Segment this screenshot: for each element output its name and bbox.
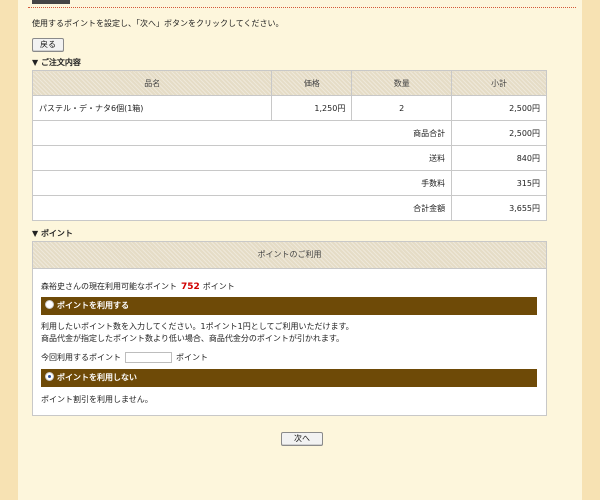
available-points: 森裕史さんの現在利用可能なポイント 752 ポイント [41, 281, 235, 292]
use-points-option[interactable]: ポイントを利用する [41, 297, 537, 315]
summary-value: 315円 [451, 170, 547, 196]
back-button[interactable]: 戻る [32, 38, 64, 52]
table-header-row: 品名 価格 数量 小計 [31, 70, 547, 96]
no-points-option[interactable]: ポイントを利用しない [41, 369, 537, 387]
summary-label: 合計金額 [31, 195, 453, 221]
col-header-qty: 数量 [351, 70, 453, 96]
col-header-price: 価格 [271, 70, 353, 96]
instruction-text: 使用するポイントを設定し、「次へ」ボタンをクリックしてください。 [32, 19, 284, 28]
summary-row: 商品合計 2,500円 [31, 120, 547, 146]
summary-row: 合計金額 3,655円 [31, 195, 547, 221]
header-stub [32, 0, 70, 4]
summary-row: 送料 840円 [31, 145, 547, 171]
summary-label: 商品合計 [31, 120, 453, 146]
summary-label: 手数料 [31, 170, 453, 196]
summary-value: 2,500円 [451, 120, 547, 146]
order-table: 品名 価格 数量 小計 パステル・デ・ナタ6個(1箱) 1,250円 2 2,5… [31, 70, 547, 221]
no-points-message: ポイント割引を利用しません。 [41, 395, 153, 404]
points-entry-unit: ポイント [176, 353, 208, 362]
description-line: 商品代金が指定したポイント数より低い場合、商品代金分のポイントが引かれます。 [41, 334, 345, 343]
summary-row: 手数料 315円 [31, 170, 547, 196]
item-qty: 2 [351, 95, 453, 121]
use-points-label: ポイントを利用する [57, 301, 129, 310]
item-name: パステル・デ・ナタ6個(1箱) [31, 95, 273, 121]
no-points-radio[interactable] [45, 372, 54, 381]
available-points-unit: ポイント [202, 282, 235, 291]
available-points-value: 752 [181, 282, 200, 292]
description-line: 利用したいポイント数を入力してください。1ポイント1円としてご利用いただけます。 [41, 322, 354, 331]
available-points-label: 森裕史さんの現在利用可能なポイント [41, 282, 177, 291]
use-points-radio[interactable] [45, 300, 54, 309]
summary-value: 840円 [451, 145, 547, 171]
item-price: 1,250円 [271, 95, 353, 121]
order-section-heading: ▼ ご注文内容 [32, 58, 81, 67]
points-section-heading: ▼ ポイント [32, 229, 73, 238]
points-entry-row: 今回利用するポイント ポイント [41, 352, 208, 363]
summary-label: 送料 [31, 145, 453, 171]
use-points-description: 利用したいポイント数を入力してください。1ポイント1円としてご利用いただけます。… [41, 321, 354, 345]
points-box-title: ポイントのご利用 [33, 242, 546, 269]
col-header-name: 品名 [31, 70, 273, 96]
col-header-subtotal: 小計 [451, 70, 547, 96]
page: 使用するポイントを設定し、「次へ」ボタンをクリックしてください。 戻る ▼ ご注… [18, 0, 582, 500]
no-points-label: ポイントを利用しない [57, 373, 137, 382]
points-box: ポイントのご利用 森裕史さんの現在利用可能なポイント 752 ポイント ポイントを利… [32, 241, 547, 416]
item-subtotal: 2,500円 [451, 95, 547, 121]
table-row: パステル・デ・ナタ6個(1箱) 1,250円 2 2,500円 [31, 95, 547, 121]
next-button[interactable]: 次へ [281, 432, 323, 446]
points-amount-input[interactable] [125, 352, 172, 363]
summary-value: 3,655円 [451, 195, 547, 221]
divider [28, 7, 576, 8]
points-entry-label: 今回利用するポイント [41, 353, 121, 362]
